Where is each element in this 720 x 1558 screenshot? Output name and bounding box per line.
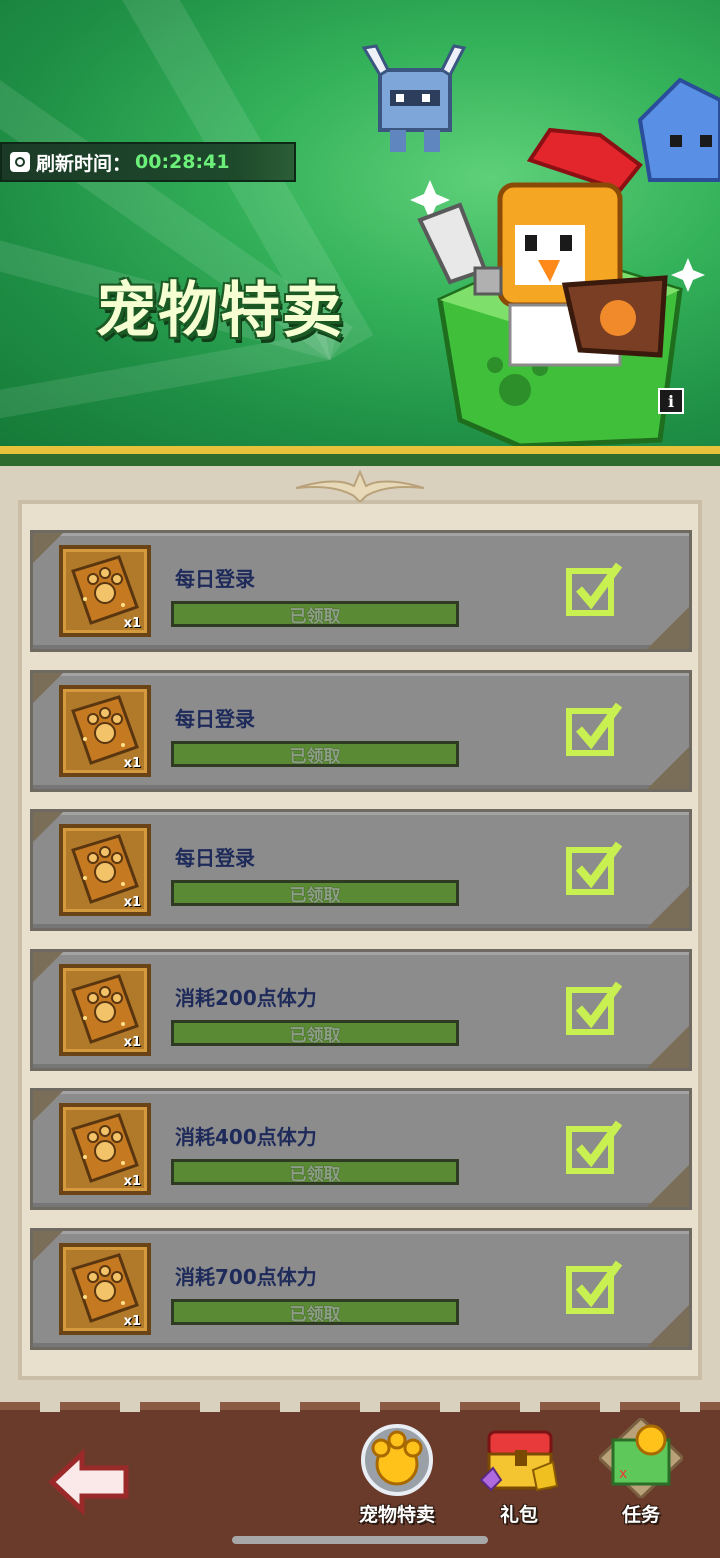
reward-item[interactable]: x1 — [59, 1243, 151, 1335]
task-name: 消耗700点体力 — [175, 1265, 317, 1289]
task-progress-bar: 已领取 — [171, 601, 459, 627]
info-button[interactable]: i — [658, 388, 684, 414]
nav-gift[interactable]: 礼包 — [476, 1418, 562, 1526]
nav-pet-sale-label: 宠物特卖 — [358, 1504, 435, 1526]
task-status: 已领取 — [289, 1304, 341, 1325]
refresh-timer-value: 00:28:41 — [135, 151, 230, 173]
clock-icon — [10, 152, 30, 172]
event-banner: 刷新时间： 00:28:41 宠物特卖 i — [0, 0, 720, 446]
checkmark-icon — [566, 1120, 623, 1174]
svg-text:x: x — [619, 1466, 627, 1482]
gift-chest-icon — [479, 1430, 559, 1492]
refresh-timer-label: 刷新时间： — [36, 152, 132, 175]
refresh-timer: 刷新时间： 00:28:41 — [0, 142, 296, 182]
task-row: x1 每日登录 已领取 — [30, 809, 692, 931]
task-status: 已领取 — [289, 1164, 341, 1185]
task-row: x1 消耗200点体力 已领取 — [30, 949, 692, 1071]
nav-task-label: 任务 — [621, 1504, 660, 1526]
reward-item[interactable]: x1 — [59, 545, 151, 637]
blue-creature-icon — [637, 77, 720, 182]
task-row: x1 消耗400点体力 已领取 — [30, 1088, 692, 1210]
task-progress-bar: 已领取 — [171, 1299, 459, 1325]
task-progress-bar: 已领取 — [171, 880, 459, 906]
task-progress-bar: 已领取 — [171, 1159, 459, 1185]
task-name: 消耗200点体力 — [175, 986, 317, 1010]
reward-quantity: x1 — [123, 616, 141, 631]
banner-divider-green — [0, 454, 720, 466]
checkmark-icon — [566, 562, 623, 616]
task-name: 每日登录 — [175, 846, 255, 870]
nav-pet-sale[interactable]: 宠物特卖 — [354, 1418, 440, 1526]
home-indicator — [232, 1536, 488, 1544]
task-map-icon: x — [596, 1415, 686, 1501]
banner-divider-gold — [0, 446, 720, 454]
back-button[interactable] — [48, 1448, 130, 1516]
task-status: 已领取 — [289, 1025, 341, 1046]
panel-ornament-icon — [296, 469, 424, 502]
task-name: 每日登录 — [175, 567, 255, 591]
task-row: x1 消耗700点体力 已领取 — [30, 1228, 692, 1350]
reward-item[interactable]: x1 — [59, 685, 151, 777]
reward-quantity: x1 — [123, 756, 141, 771]
reward-quantity: x1 — [123, 1314, 141, 1329]
task-status: 已领取 — [289, 606, 341, 627]
reward-item[interactable]: x1 — [59, 1103, 151, 1195]
reward-quantity: x1 — [123, 1035, 141, 1050]
task-status: 已领取 — [289, 746, 341, 767]
task-progress-bar: 已领取 — [171, 741, 459, 767]
reward-quantity: x1 — [123, 895, 141, 910]
task-progress-bar: 已领取 — [171, 1020, 459, 1046]
task-name: 每日登录 — [175, 707, 255, 731]
task-name: 消耗400点体力 — [175, 1125, 317, 1149]
checkmark-icon — [566, 981, 623, 1035]
checkmark-icon — [566, 1260, 623, 1314]
page-title: 宠物特卖 — [96, 276, 344, 346]
mascot-illustration — [361, 44, 720, 446]
task-status: 已领取 — [289, 885, 341, 906]
knight-creature-icon — [361, 44, 467, 152]
task-row: x1 每日登录 已领取 — [30, 530, 692, 652]
task-row: x1 每日登录 已领取 — [30, 670, 692, 792]
checkmark-icon — [566, 841, 623, 895]
nav-gift-label: 礼包 — [499, 1504, 538, 1526]
nav-task[interactable]: x 任务 — [596, 1415, 686, 1526]
reward-quantity: x1 — [123, 1174, 141, 1189]
checkmark-icon — [566, 702, 623, 756]
pet-sale-icon — [361, 1424, 433, 1496]
reward-item[interactable]: x1 — [59, 964, 151, 1056]
reward-item[interactable]: x1 — [59, 824, 151, 916]
